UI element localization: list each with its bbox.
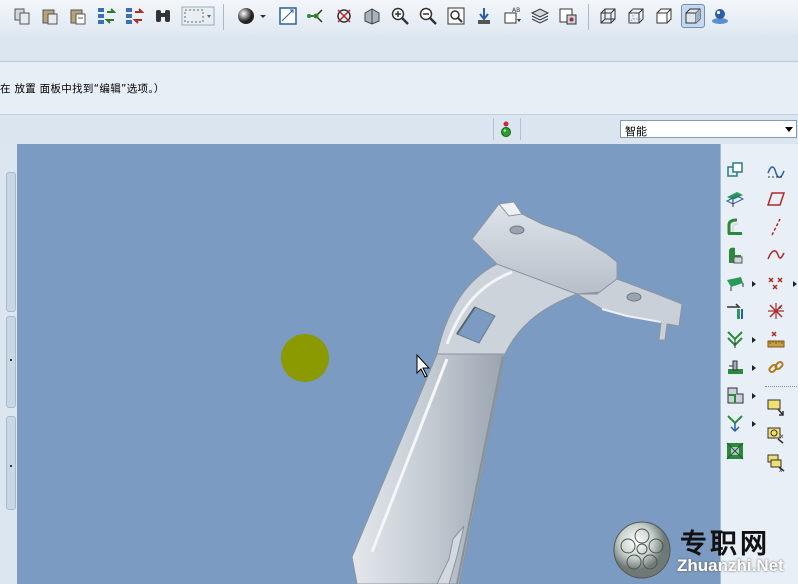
- coordinate-system-icon[interactable]: x: [766, 301, 786, 321]
- regenerate-icon[interactable]: [96, 6, 116, 26]
- navigator-tab[interactable]: [6, 416, 16, 510]
- feature-icon[interactable]: x: [766, 425, 786, 445]
- refit-icon[interactable]: [446, 6, 466, 26]
- chevron-right-icon[interactable]: [752, 281, 756, 287]
- chevron-right-icon[interactable]: [752, 365, 756, 371]
- extend-icon[interactable]: [725, 273, 745, 293]
- paste-special-icon[interactable]: [68, 6, 88, 26]
- panel-separator: [765, 386, 797, 387]
- offset-icon[interactable]: [725, 189, 745, 209]
- toolbar-lower-strip: [0, 36, 798, 62]
- chevron-right-icon[interactable]: [793, 281, 797, 287]
- draft-icon[interactable]: [725, 413, 745, 433]
- zoom-out-icon[interactable]: [418, 6, 438, 26]
- repaint-icon[interactable]: [474, 6, 494, 26]
- sketch-curve-icon[interactable]: [766, 245, 786, 265]
- traffic-light-icon[interactable]: [499, 119, 513, 139]
- wireframe-icon[interactable]: [598, 6, 618, 26]
- annotation-display-icon[interactable]: AB: [502, 6, 522, 26]
- insert-here-icon[interactable]: [766, 397, 786, 417]
- svg-text:x: x: [779, 467, 783, 473]
- chevron-right-icon[interactable]: [752, 421, 756, 427]
- chevron-right-icon[interactable]: [752, 393, 756, 399]
- navigator-tab[interactable]: [6, 172, 16, 312]
- main-toolbar: AB: [0, 0, 798, 36]
- chevron-down-icon: [785, 127, 793, 132]
- datum-point-icon[interactable]: [306, 6, 326, 26]
- regenerate-manager-icon[interactable]: [124, 6, 144, 26]
- find-icon[interactable]: [153, 6, 173, 26]
- solidify-icon[interactable]: [725, 245, 745, 265]
- shading-dropdown-icon[interactable]: [259, 6, 267, 26]
- analysis-icon[interactable]: [766, 329, 786, 349]
- datum-point-icon[interactable]: [766, 273, 786, 293]
- copy-icon[interactable]: [12, 6, 32, 26]
- status-divider: [493, 118, 494, 140]
- pattern-icon[interactable]: [725, 441, 745, 461]
- hidden-line-icon[interactable]: [626, 6, 646, 26]
- watermark-ball-icon: [613, 521, 671, 579]
- flatten-icon[interactable]: [725, 357, 745, 377]
- svg-text:x: x: [780, 433, 784, 440]
- chevron-right-icon[interactable]: [752, 337, 756, 343]
- copy-surface-icon[interactable]: [725, 161, 745, 181]
- layers-icon[interactable]: [530, 6, 550, 26]
- datum-curve-icon[interactable]: [766, 161, 786, 181]
- sketch-orient-icon[interactable]: [278, 6, 298, 26]
- group-icon[interactable]: x: [766, 453, 786, 473]
- trim-icon[interactable]: [725, 301, 745, 321]
- shading-mode-icon[interactable]: [681, 4, 705, 28]
- selection-filter-value: 智能: [625, 125, 647, 138]
- cursor-icon: [416, 353, 431, 378]
- watermark-logo: 专职网 Zhuanzhi.Net: [610, 516, 798, 584]
- left-sash: [0, 144, 17, 584]
- selection-filter-dropdown[interactable]: 智能: [620, 120, 797, 138]
- navigator-tab[interactable]: [6, 316, 16, 408]
- svg-text:x: x: [779, 305, 782, 311]
- paste-icon[interactable]: [40, 6, 60, 26]
- spin-center-icon[interactable]: [334, 6, 354, 26]
- thicken-icon[interactable]: [725, 217, 745, 237]
- datum-axis-icon[interactable]: [766, 217, 786, 237]
- view-orient-icon[interactable]: [362, 6, 382, 26]
- merge-icon[interactable]: [725, 329, 745, 349]
- zoom-in-icon[interactable]: [390, 6, 410, 26]
- message-text: 在 放置 面板中找到“编辑”选项。）: [0, 83, 165, 95]
- svg-text:AB: AB: [512, 7, 520, 14]
- shading-icon[interactable]: [236, 6, 256, 26]
- no-hidden-icon[interactable]: [654, 6, 674, 26]
- status-divider: [520, 118, 521, 140]
- view-manager-icon[interactable]: [558, 6, 578, 26]
- select-box-icon[interactable]: [181, 6, 215, 26]
- datum-plane-icon[interactable]: [766, 189, 786, 209]
- watermark-en: Zhuanzhi.Net: [677, 556, 784, 575]
- link-icon[interactable]: [766, 357, 786, 377]
- round-icon[interactable]: [725, 385, 745, 405]
- enhanced-realism-icon[interactable]: [710, 6, 730, 26]
- spin-center-icon: [281, 334, 329, 382]
